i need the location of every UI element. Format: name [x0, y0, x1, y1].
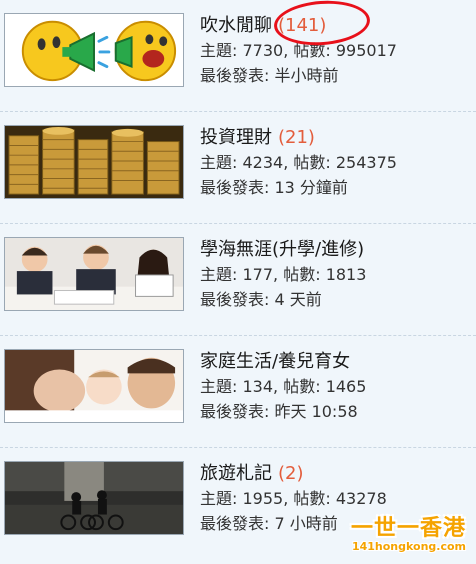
posts-label: , 帖數:: [273, 265, 326, 284]
posts-count: 995017: [335, 41, 397, 60]
topics-count: 7730: [242, 41, 284, 60]
topics-label: 主題:: [200, 41, 243, 60]
forum-title-text[interactable]: 家庭生活/養兒育女: [200, 351, 350, 372]
forum-row-investment: 投資理財 (21) 主題: 4234, 帖數: 254375 最後發表: 13 分…: [0, 112, 476, 224]
forum-title-link[interactable]: 投資理財 (21): [200, 126, 397, 150]
posts-label: , 帖數:: [283, 153, 336, 172]
forum-row-travel: 旅遊札記 (2) 主題: 1955, 帖數: 43278 最後發表: 7 小時前: [0, 448, 476, 560]
forum-row-education: 學海無涯(升學/進修) 主題: 177, 帖數: 1813 最後發表: 4 天前: [0, 224, 476, 336]
last-post-time[interactable]: 7 小時前: [274, 514, 337, 533]
forum-title-link[interactable]: 旅遊札記 (2): [200, 462, 387, 486]
street-cyclists-image[interactable]: [4, 461, 184, 535]
last-post-time[interactable]: 4 天前: [274, 290, 321, 309]
last-post: 最後發表: 13 分鐘前: [200, 175, 397, 200]
last-post-time[interactable]: 半小時前: [274, 66, 338, 85]
forum-info: 家庭生活/養兒育女 主題: 134, 帖數: 1465 最後發表: 昨天 10:…: [200, 350, 366, 424]
topics-label: 主題:: [200, 265, 243, 284]
last-post-label: 最後發表:: [200, 178, 275, 197]
posts-count: 1465: [325, 377, 367, 396]
children-studying-image[interactable]: [4, 237, 184, 311]
last-post-label: 最後發表:: [200, 290, 275, 309]
forum-info: 投資理財 (21) 主題: 4234, 帖數: 254375 最後發表: 13 分…: [200, 126, 397, 200]
forum-title-text[interactable]: 吹水閒聊: [200, 15, 272, 36]
last-post-label: 最後發表:: [200, 402, 275, 421]
forum-title-text[interactable]: 投資理財: [200, 127, 272, 148]
posts-label: , 帖數:: [283, 489, 336, 508]
topics-count: 4234: [242, 153, 284, 172]
last-post: 最後發表: 昨天 10:58: [200, 399, 366, 424]
forum-stats: 主題: 1955, 帖數: 43278: [200, 486, 387, 511]
forum-title-link[interactable]: 學海無涯(升學/進修): [200, 238, 370, 262]
last-post: 最後發表: 4 天前: [200, 287, 370, 312]
topics-count: 177: [242, 265, 274, 284]
posts-label: , 帖數:: [273, 377, 326, 396]
today-post-count: (2): [278, 463, 304, 484]
topics-count: 134: [242, 377, 274, 396]
gold-coin-stacks-image[interactable]: [4, 125, 184, 199]
forum-title-text[interactable]: 旅遊札記: [200, 463, 272, 484]
forum-stats: 主題: 134, 帖數: 1465: [200, 374, 366, 399]
last-post: 最後發表: 半小時前: [200, 63, 397, 88]
topics-count: 1955: [242, 489, 284, 508]
last-post: 最後發表: 7 小時前: [200, 511, 387, 536]
forum-row-family: 家庭生活/養兒育女 主題: 134, 帖數: 1465 最後發表: 昨天 10:…: [0, 336, 476, 448]
posts-count: 43278: [335, 489, 387, 508]
posts-count: 1813: [325, 265, 367, 284]
forum-title-text[interactable]: 學海無涯(升學/進修): [200, 239, 364, 260]
forum-title-link[interactable]: 家庭生活/養兒育女: [200, 350, 366, 374]
forum-info: 旅遊札記 (2) 主題: 1955, 帖數: 43278 最後發表: 7 小時前: [200, 462, 387, 536]
topics-label: 主題:: [200, 377, 243, 396]
forum-info: 學海無涯(升學/進修) 主題: 177, 帖數: 1813 最後發表: 4 天前: [200, 238, 370, 312]
topics-label: 主題:: [200, 153, 243, 172]
posts-count: 254375: [335, 153, 397, 172]
forum-stats: 主題: 4234, 帖數: 254375: [200, 150, 397, 175]
last-post-label: 最後發表:: [200, 514, 275, 533]
today-post-count: (21): [278, 127, 315, 148]
forum-row-chit-chat: 吹水閒聊 (141) 主題: 7730, 帖數: 995017 最後發表: 半小時…: [0, 0, 476, 112]
topics-label: 主題:: [200, 489, 243, 508]
last-post-time[interactable]: 昨天 10:58: [274, 402, 357, 421]
forum-list: 吹水閒聊 (141) 主題: 7730, 帖數: 995017 最後發表: 半小時…: [0, 0, 476, 564]
forum-stats: 主題: 177, 帖數: 1813: [200, 262, 370, 287]
last-post-label: 最後發表:: [200, 66, 275, 85]
family-with-baby-image[interactable]: [4, 349, 184, 423]
last-post-time[interactable]: 13 分鐘前: [274, 178, 347, 197]
emoticons-shouting-megaphone-image[interactable]: [4, 13, 184, 87]
